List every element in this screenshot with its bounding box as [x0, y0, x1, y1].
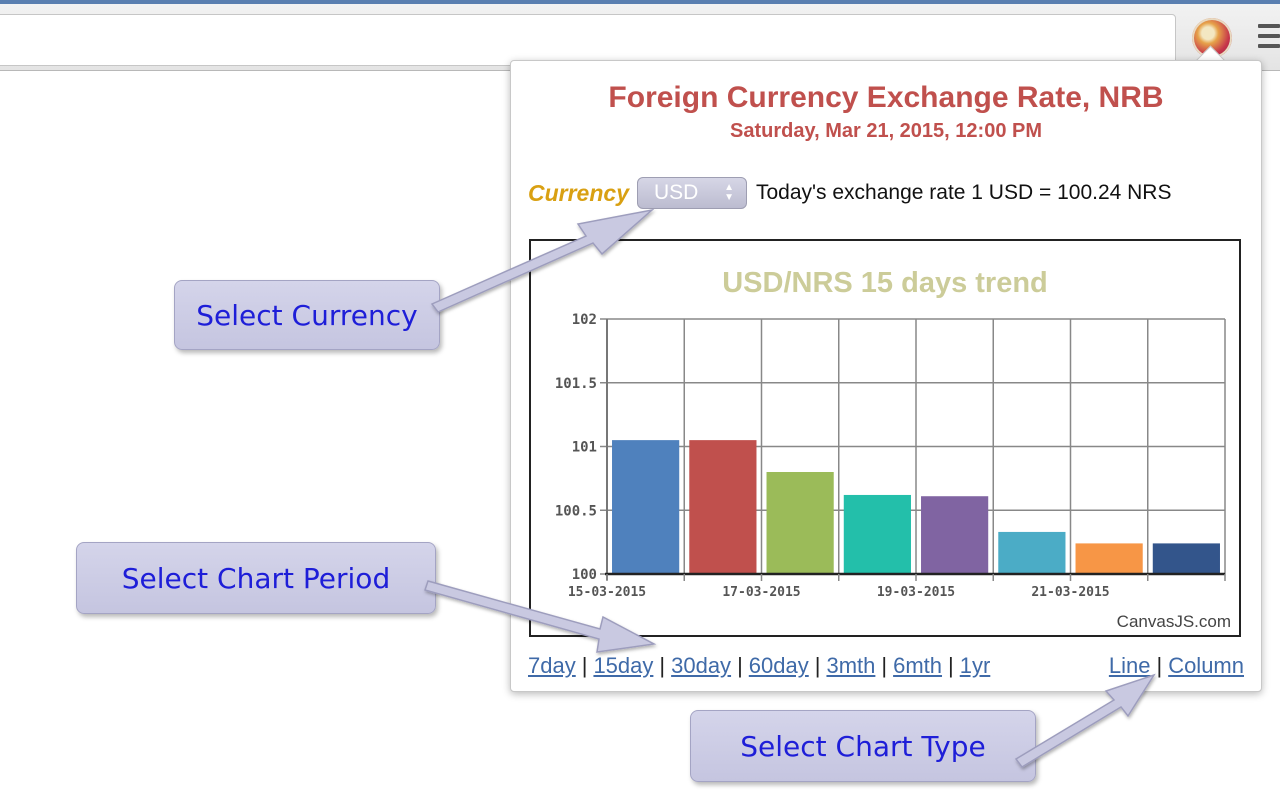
chart-type-links: Line | Column	[1109, 653, 1244, 679]
period-link-6mth[interactable]: 6mth	[893, 653, 942, 678]
x-tick-label: 21-03-2015	[1031, 585, 1109, 600]
bar-21-03-2015	[1075, 543, 1143, 574]
select-type-callout: Select Chart Type	[690, 710, 1036, 782]
period-link-60day[interactable]: 60day	[749, 653, 809, 678]
select-period-callout: Select Chart Period	[76, 542, 436, 614]
hamburger-menu-icon[interactable]	[1258, 24, 1280, 54]
bar-22-03-2015	[1152, 543, 1220, 574]
select-type-callout-text: Select Chart Type	[740, 729, 986, 763]
period-link-1yr[interactable]: 1yr	[960, 653, 991, 678]
period-link-3mth[interactable]: 3mth	[826, 653, 875, 678]
chart-type-link-column[interactable]: Column	[1168, 653, 1244, 678]
period-separator: |	[581, 653, 588, 678]
popup-title: Foreign Currency Exchange Rate, NRB	[608, 81, 1164, 114]
chart-type-link-line[interactable]: Line	[1109, 653, 1151, 678]
x-tick-label: 15-03-2015	[568, 585, 646, 600]
chart-type-separator: |	[1156, 653, 1163, 678]
period-separator: |	[948, 653, 954, 678]
address-bar[interactable]	[0, 14, 1176, 66]
currency-select[interactable]: USD ▲ ▼	[636, 177, 747, 209]
y-tick-label: 100.5	[555, 503, 597, 519]
chart-title: USD/NRS 15 days trend	[722, 267, 1048, 299]
x-tick-label: 19-03-2015	[877, 585, 955, 600]
period-separator: |	[659, 653, 666, 678]
bar-15-03-2015	[612, 440, 680, 574]
trend-chart-svg: USD/NRS 15 days trend 100 100.5 101 101.5 102…	[555, 267, 1231, 631]
canvasjs-credit: CanvasJS.com	[1117, 612, 1231, 631]
y-tick-label: 101.5	[555, 376, 597, 392]
currency-row: Currency USD ▲ ▼ Today's exchange rate 1 …	[528, 175, 1171, 211]
select-currency-callout: Select Currency	[174, 280, 440, 350]
select-period-callout-text: Select Chart Period	[121, 561, 391, 595]
x-tick-label: 17-03-2015	[722, 585, 800, 600]
currency-select-value: USD	[653, 181, 699, 204]
exchange-rate-popup: Foreign Currency Exchange Rate, NRB Satu…	[510, 60, 1262, 692]
select-currency-callout-text: Select Currency	[196, 298, 418, 332]
bar-20-03-2015	[998, 531, 1066, 574]
period-links: 7day | 15day | 30day | 60day | 3mth | 6mth | 1yr	[528, 653, 990, 679]
y-tick-label: 102	[572, 312, 597, 328]
bar-18-03-2015	[843, 494, 911, 574]
period-link-30day[interactable]: 30day	[671, 653, 731, 678]
period-link-7day[interactable]: 7day	[528, 653, 576, 678]
bar-16-03-2015	[689, 440, 757, 574]
period-link-15day[interactable]: 15day	[593, 653, 653, 678]
y-tick-label: 100	[572, 567, 597, 583]
todays-rate-text: Today's exchange rate 1 USD = 100.24 NRS	[755, 181, 1172, 204]
currency-label: Currency	[528, 179, 629, 206]
y-tick-label: 101	[572, 440, 597, 456]
bar-17-03-2015	[766, 472, 834, 574]
popup-date: Saturday, Mar 21, 2015, 12:00 PM	[729, 120, 1042, 142]
bar-19-03-2015	[921, 496, 989, 574]
period-separator: |	[737, 653, 743, 678]
select-arrows-icon: ▲ ▼	[724, 182, 734, 203]
period-separator: |	[814, 653, 821, 678]
trend-chart: USD/NRS 15 days trend 100 100.5 101 101.5 102…	[529, 239, 1241, 637]
period-separator: |	[881, 653, 888, 678]
